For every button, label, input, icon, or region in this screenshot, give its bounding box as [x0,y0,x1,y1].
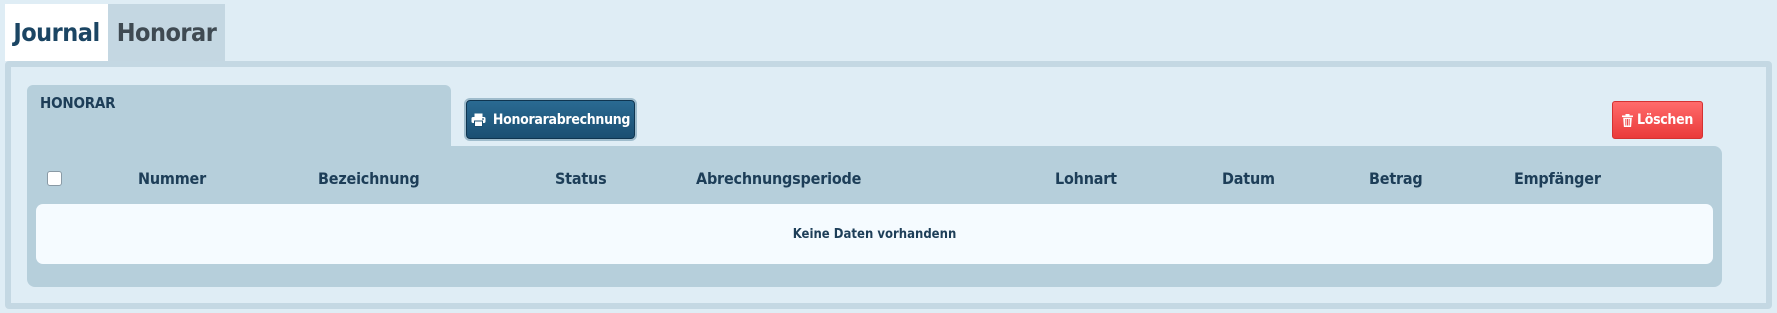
section-title: HONORAR [40,94,116,112]
honorarabrechnung-label: Honorarabrechnung [492,111,631,128]
column-header-empfaenger[interactable]: Empfänger [1514,169,1601,188]
delete-button[interactable]: Löschen [1612,101,1703,139]
section-header: HONORAR [27,85,451,147]
empty-state-message: Keine Daten vorhandenn [792,226,957,242]
tab-honorar[interactable]: Honorar [108,4,225,61]
empty-state-row: Keine Daten vorhandenn [36,204,1713,264]
column-header-bezeichnung[interactable]: Bezeichnung [318,169,420,188]
delete-label: Löschen [1636,112,1694,128]
trash-icon [1621,113,1633,127]
tab-journal[interactable]: Journal [5,4,108,61]
column-header-status[interactable]: Status [555,169,607,188]
column-header-nummer[interactable]: Nummer [138,169,206,188]
honorarabrechnung-button[interactable]: Honorarabrechnung [466,100,635,139]
column-header-lohnart[interactable]: Lohnart [1055,169,1117,188]
column-header-datum[interactable]: Datum [1222,169,1275,188]
printer-icon [471,113,486,127]
column-header-abrechnungsperiode[interactable]: Abrechnungsperiode [696,169,861,188]
top-tab-bar: Journal Honorar [5,4,225,61]
column-header-betrag[interactable]: Betrag [1369,169,1423,188]
select-all-checkbox[interactable] [47,171,62,186]
